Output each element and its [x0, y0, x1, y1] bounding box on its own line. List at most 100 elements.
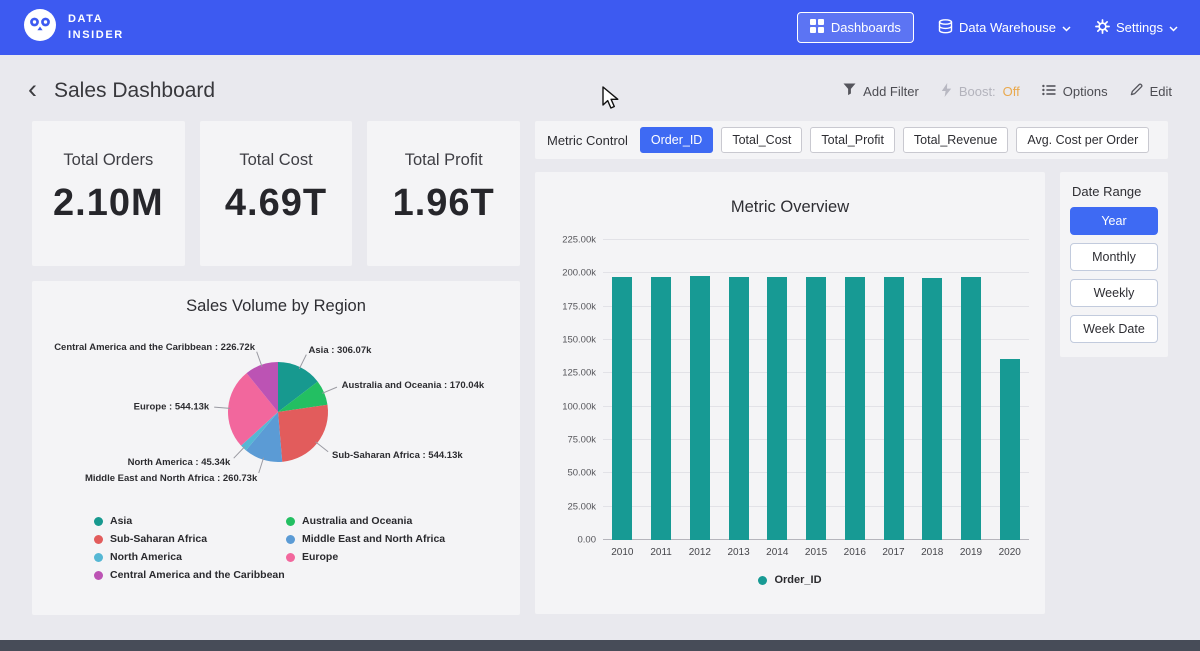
nav-dashboards-button[interactable]: Dashboards	[797, 12, 914, 43]
x-tick-2015: 2015	[797, 547, 836, 558]
date-range-buttons: Year Monthly Weekly Week Date	[1070, 207, 1158, 343]
kpi-card-total-profit: Total Profit 1.96T	[367, 121, 520, 266]
metric-button-order-id[interactable]: Order_ID	[640, 127, 713, 153]
owl-logo-icon	[22, 7, 58, 48]
legend-item-australia-and-oceania[interactable]: Australia and Oceania	[286, 515, 445, 527]
bar-rect-2010	[612, 277, 632, 540]
bar-rect-2014	[767, 277, 787, 540]
bar-2017[interactable]	[874, 240, 913, 540]
pie-leader-line	[214, 407, 230, 408]
legend-dot	[286, 517, 295, 526]
footer-bar	[0, 640, 1200, 651]
bar-2010[interactable]	[603, 240, 642, 540]
sales-volume-pie-chart: Asia : 306.07kAustralia and Oceania : 17…	[32, 322, 520, 510]
x-tick-2010: 2010	[603, 547, 642, 558]
legend-item-sub-saharan-africa[interactable]: Sub-Saharan Africa	[94, 533, 286, 545]
database-icon	[938, 19, 953, 37]
metric-button-avg-cost-per-order[interactable]: Avg. Cost per Order	[1016, 127, 1149, 153]
bar-rect-2020	[1000, 359, 1020, 540]
bar-2011[interactable]	[642, 240, 681, 540]
date-range-button-weekly[interactable]: Weekly	[1070, 279, 1158, 307]
metric-control-bar: Metric Control Order_ID Total_Cost Total_P…	[535, 121, 1168, 159]
top-nav-bar: DATA INSIDER Dashboards	[0, 0, 1200, 55]
pie-leader-line	[234, 447, 245, 459]
bar-chart-title: Metric Overview	[551, 198, 1029, 217]
kpi-value: 1.96T	[367, 182, 520, 225]
x-tick-2014: 2014	[758, 547, 797, 558]
legend-item-asia[interactable]: Asia	[94, 515, 286, 527]
metric-overview-card: Metric Overview 0.0025.00k50.00k75.00k10…	[535, 172, 1045, 614]
brand-line1: DATA	[68, 12, 124, 27]
edit-button[interactable]: Edit	[1130, 83, 1172, 99]
y-tick-label: 225.00k	[562, 235, 596, 246]
nav-settings[interactable]: Settings	[1095, 19, 1178, 37]
legend-dot	[94, 571, 103, 580]
kpi-row: Total Orders2.10MTotal Cost4.69TTotal Pr…	[32, 121, 520, 266]
y-tick-label: 175.00k	[562, 301, 596, 312]
left-column: Total Orders2.10MTotal Cost4.69TTotal Pr…	[32, 121, 520, 615]
kpi-label: Total Profit	[367, 151, 520, 170]
y-tick-label: 75.00k	[567, 435, 596, 446]
bar-2018[interactable]	[913, 240, 952, 540]
date-range-button-week-date[interactable]: Week Date	[1070, 315, 1158, 343]
metric-button-total-revenue[interactable]: Total_Revenue	[903, 127, 1008, 153]
bar-rect-2017	[884, 277, 904, 540]
date-range-card: Date Range Year Monthly Weekly Week Date	[1060, 172, 1168, 357]
legend-label: Asia	[110, 515, 132, 527]
pie-chart-title: Sales Volume by Region	[32, 297, 520, 316]
edit-label: Edit	[1150, 84, 1172, 99]
pie-slice-sub-saharan-africa[interactable]	[278, 405, 328, 462]
bar-2012[interactable]	[680, 240, 719, 540]
pie-label-europe: Europe : 544.13k	[134, 402, 210, 413]
legend-item-europe[interactable]: Europe	[286, 551, 445, 563]
boost-value: Off	[1003, 84, 1020, 99]
nav-dashboards-label: Dashboards	[831, 20, 901, 35]
date-range-button-monthly[interactable]: Monthly	[1070, 243, 1158, 271]
legend-dot	[286, 553, 295, 562]
legend-column-2: Australia and Oceania Middle East and Nor…	[286, 515, 445, 581]
legend-item-north-america[interactable]: North America	[94, 551, 286, 563]
legend-column-1: Asia Sub-Saharan Africa North America Centr…	[94, 515, 286, 581]
bar-2015[interactable]	[797, 240, 836, 540]
pie-label-north-america: North America : 45.34k	[128, 457, 231, 468]
options-button[interactable]: Options	[1042, 84, 1108, 99]
bar-2016[interactable]	[835, 240, 874, 540]
metric-control-buttons: Order_ID Total_Cost Total_Profit Total_Reve…	[640, 127, 1149, 153]
pie-label-asia: Asia : 306.07k	[309, 345, 373, 356]
add-filter-label: Add Filter	[863, 84, 919, 99]
bar-2019[interactable]	[952, 240, 991, 540]
y-tick-label: 50.00k	[567, 468, 596, 479]
bar-chart-legend[interactable]: Order_ID	[551, 574, 1029, 586]
bar-chart-x-axis: 2010201120122013201420152016201720182019…	[603, 547, 1029, 558]
metric-button-total-cost[interactable]: Total_Cost	[721, 127, 802, 153]
x-tick-2018: 2018	[913, 547, 952, 558]
bar-2020[interactable]	[990, 240, 1029, 540]
kpi-card-total-orders: Total Orders2.10M	[32, 121, 185, 266]
legend-item-central-america-and-the-caribbean[interactable]: Central America and the Caribbean	[94, 569, 286, 581]
back-button[interactable]: ‹	[28, 79, 41, 103]
add-filter-button[interactable]: Add Filter	[843, 83, 919, 99]
date-range-button-year[interactable]: Year	[1070, 207, 1158, 235]
nav-data-warehouse[interactable]: Data Warehouse	[938, 19, 1071, 37]
legend-label: Europe	[302, 551, 338, 563]
boost-label: Boost:	[959, 84, 996, 99]
sales-volume-card: Sales Volume by Region Asia : 306.07kAus…	[32, 281, 520, 615]
y-tick-label: 100.00k	[562, 401, 596, 412]
metric-button-total-profit[interactable]: Total_Profit	[810, 127, 895, 153]
kpi-card-total-cost: Total Cost4.69T	[200, 121, 353, 266]
y-tick-label: 200.00k	[562, 268, 596, 279]
legend-label: Australia and Oceania	[302, 515, 412, 527]
bar-2013[interactable]	[719, 240, 758, 540]
brand-line2: INSIDER	[68, 28, 124, 43]
bar-rect-2015	[806, 277, 826, 540]
pencil-icon	[1130, 83, 1143, 99]
bar-2014[interactable]	[758, 240, 797, 540]
x-tick-2013: 2013	[719, 547, 758, 558]
bar-rect-2016	[845, 277, 865, 540]
boost-toggle[interactable]: Boost: Off	[941, 83, 1020, 100]
legend-item-middle-east-and-north-africa[interactable]: Middle East and North Africa	[286, 533, 445, 545]
pie-leader-line	[299, 355, 306, 369]
metric-control-label: Metric Control	[547, 133, 628, 148]
date-range-label: Date Range	[1072, 184, 1158, 199]
bars-container	[603, 240, 1029, 540]
